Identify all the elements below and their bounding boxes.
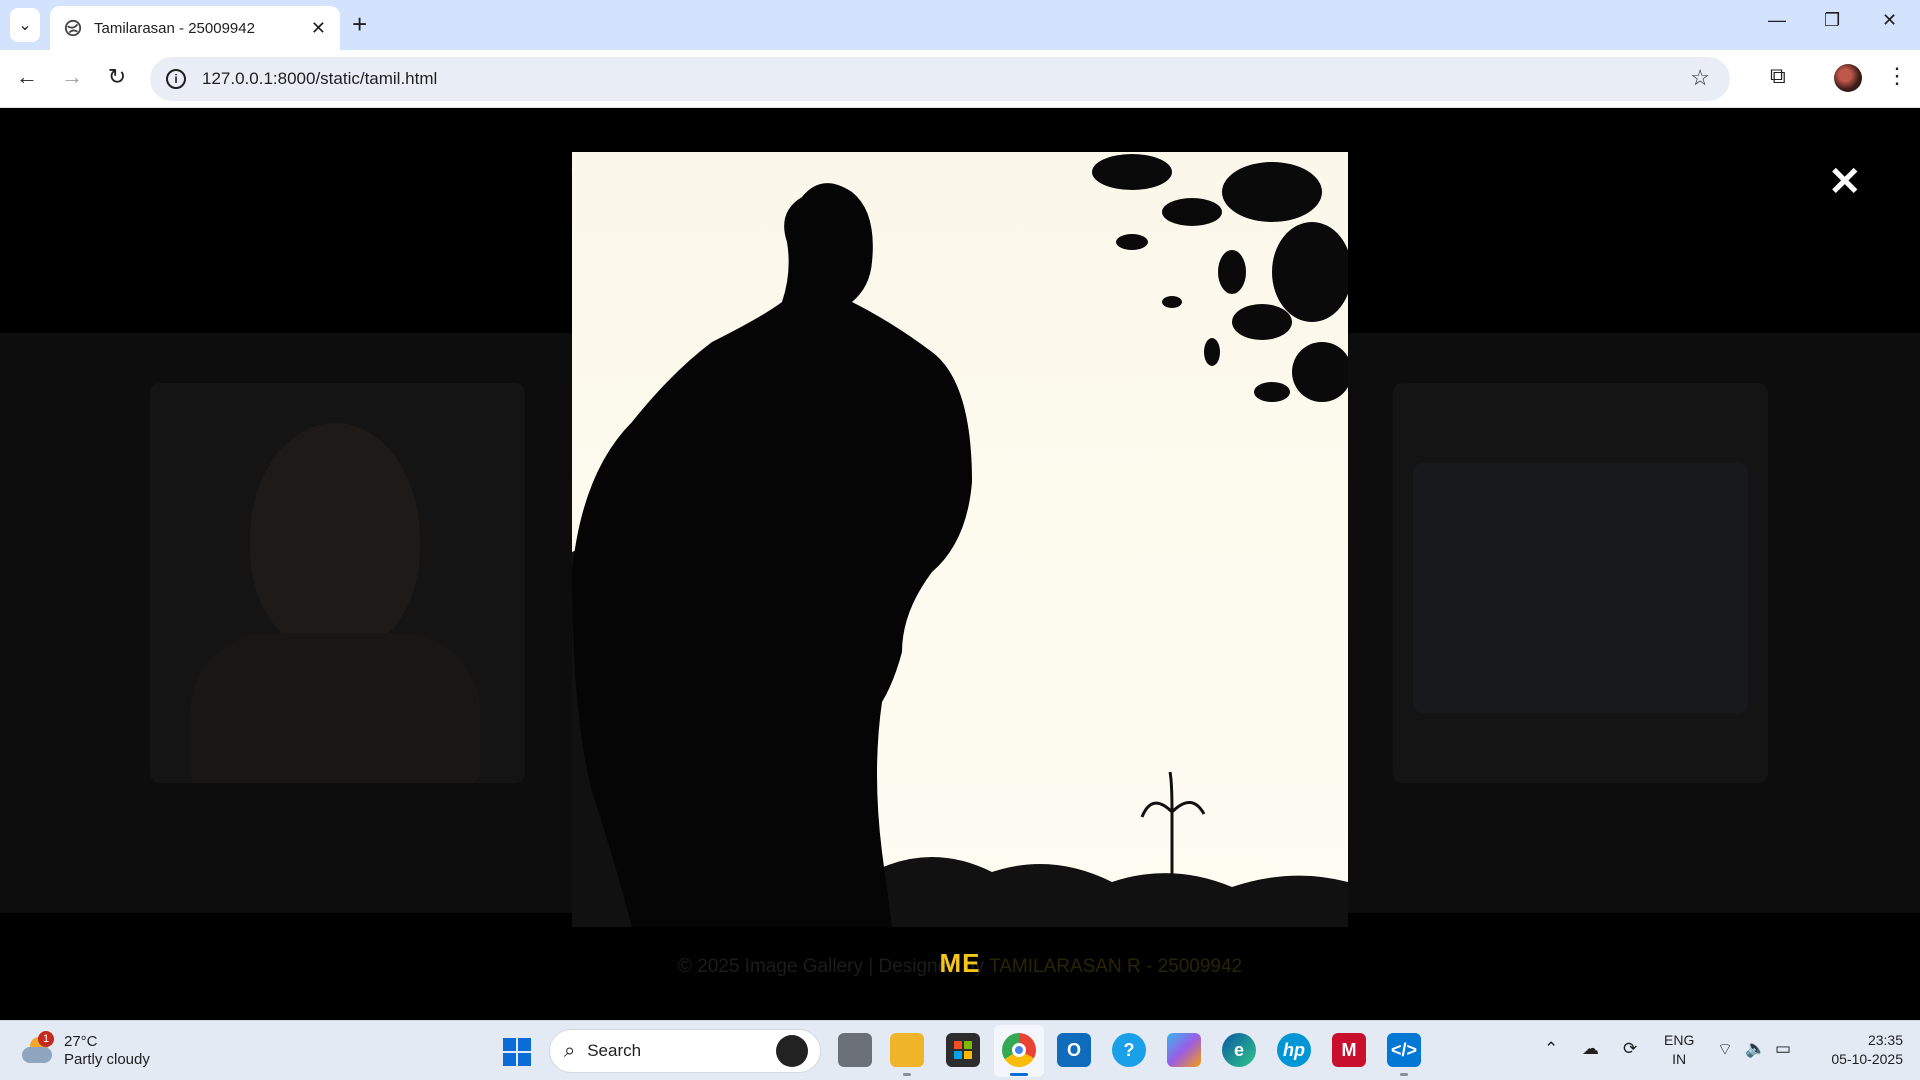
tab-title: Tamilarasan - 25009942	[94, 19, 255, 37]
browser-tab[interactable]: Tamilarasan - 25009942 ✕	[50, 6, 340, 50]
gallery-thumbnail-portrait[interactable]	[150, 383, 525, 783]
edge-icon[interactable]: e	[1222, 1033, 1256, 1067]
back-button[interactable]: ←	[12, 64, 42, 90]
lightbox-caption: ME	[939, 948, 981, 978]
new-tab-button[interactable]: +	[352, 10, 367, 38]
language-indicator[interactable]: ENG IN	[1664, 1031, 1694, 1069]
task-view-icon[interactable]	[838, 1033, 872, 1067]
start-button[interactable]	[503, 1038, 531, 1066]
copilot-icon[interactable]	[1167, 1033, 1201, 1067]
sync-icon[interactable]: ⟳	[1623, 1039, 1637, 1059]
tab-close-icon[interactable]: ✕	[311, 18, 326, 39]
file-explorer-icon[interactable]	[890, 1033, 924, 1076]
menu-kebab-icon[interactable]: ⋮	[1886, 63, 1908, 89]
system-clock[interactable]: 23:35 05-10-2025	[1815, 1031, 1903, 1069]
vscode-icon[interactable]: </>	[1387, 1033, 1421, 1076]
search-label: Search	[587, 1041, 642, 1060]
windows-taskbar: 1 27°C Partly cloudy ⌕ Search O ? e hp M…	[0, 1020, 1920, 1080]
thumbnail-group-photo	[1413, 463, 1748, 713]
chevron-down-icon: ⌄	[18, 17, 32, 34]
clock-time: 23:35	[1867, 1032, 1903, 1048]
site-info-icon[interactable]: i	[166, 69, 186, 89]
weather-condition: Partly cloudy	[64, 1051, 150, 1068]
forward-button[interactable]: →	[57, 64, 87, 90]
hp-icon[interactable]: hp	[1277, 1033, 1311, 1067]
weather-badge: 1	[38, 1031, 54, 1047]
help-icon[interactable]: ?	[1112, 1033, 1146, 1067]
taskbar-search[interactable]: ⌕ Search	[549, 1029, 821, 1073]
clock-date: 05-10-2025	[1831, 1051, 1903, 1067]
volume-icon[interactable]: 🔈	[1745, 1039, 1766, 1059]
browser-toolbar: ← → ↻ i 127.0.0.1:8000/static/tamil.html…	[0, 50, 1920, 108]
profile-avatar[interactable]	[1834, 64, 1862, 92]
restore-button[interactable]: ❐	[1824, 10, 1840, 31]
bookmark-star-icon[interactable]: ☆	[1690, 65, 1710, 91]
globe-icon	[64, 19, 82, 37]
thumbnail-body	[190, 633, 480, 783]
language-region: IN	[1672, 1051, 1687, 1067]
tray-overflow-chevron-icon[interactable]: ⌃	[1544, 1039, 1558, 1059]
url-text: 127.0.0.1:8000/static/tamil.html	[202, 69, 438, 88]
search-highlight-icon	[776, 1035, 808, 1067]
outlook-icon[interactable]: O	[1057, 1033, 1091, 1067]
reload-button[interactable]: ↻	[102, 64, 132, 90]
window-close-button[interactable]: ✕	[1882, 10, 1897, 31]
thumbnail-face	[250, 423, 420, 653]
weather-temperature: 27°C	[64, 1033, 98, 1050]
tab-search-dropdown[interactable]: ⌄	[10, 8, 40, 42]
web-page: TAMILARASAN IMAGE GALLERY © 2025 Image G…	[0, 108, 1920, 1020]
address-bar[interactable]: i 127.0.0.1:8000/static/tamil.html ☆	[150, 57, 1730, 101]
minimize-button[interactable]: —	[1768, 10, 1786, 31]
chrome-icon[interactable]	[1002, 1033, 1036, 1076]
search-icon: ⌕	[564, 1039, 576, 1062]
battery-icon[interactable]: ▭	[1775, 1039, 1791, 1059]
lightbox-close-button[interactable]: ✕	[1828, 162, 1862, 202]
wifi-icon[interactable]: ⌔	[1717, 1039, 1733, 1060]
microsoft-store-icon[interactable]	[946, 1033, 980, 1067]
weather-widget[interactable]: 1 27°C Partly cloudy	[22, 1031, 150, 1069]
browser-tab-bar: ⌄ Tamilarasan - 25009942 ✕ + — ❐ ✕	[0, 0, 1920, 50]
mcafee-icon[interactable]: M	[1332, 1033, 1366, 1067]
gallery-thumbnail-group[interactable]	[1393, 383, 1768, 783]
onedrive-error-icon[interactable]: ☁	[1582, 1039, 1599, 1059]
lightbox-image	[572, 152, 1348, 927]
partly-cloudy-icon: 1	[22, 1031, 54, 1065]
language-code: ENG	[1664, 1032, 1695, 1048]
extensions-icon[interactable]: ⧉	[1770, 63, 1786, 89]
